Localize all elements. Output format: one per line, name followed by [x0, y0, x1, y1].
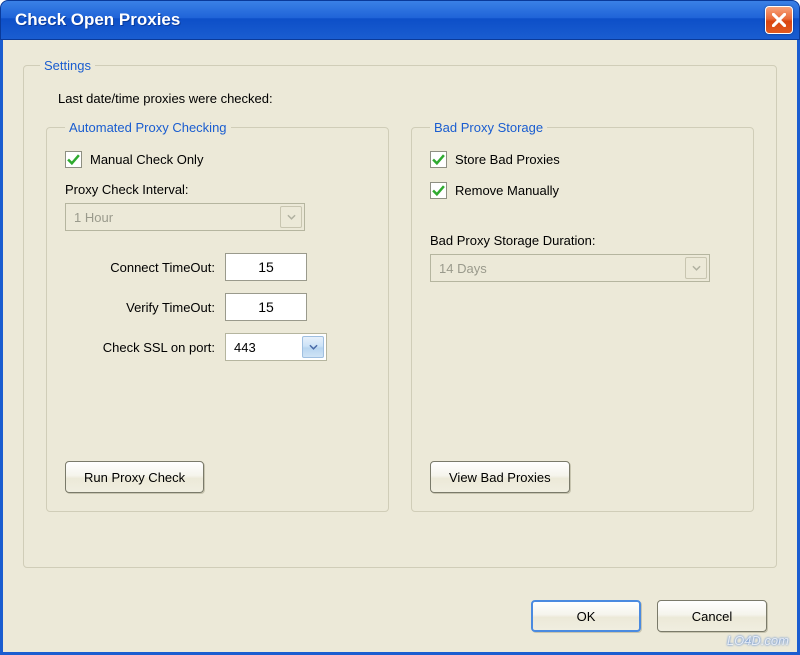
settings-legend: Settings	[40, 58, 95, 73]
check-icon	[432, 153, 445, 166]
last-checked-label: Last date/time proxies were checked:	[58, 91, 760, 106]
interval-dropdown-button	[280, 206, 302, 228]
settings-group: Settings Last date/time proxies were che…	[23, 58, 777, 568]
store-bad-proxies-checkbox[interactable]	[430, 151, 447, 168]
ssl-port-dropdown-button[interactable]	[302, 336, 324, 358]
close-button[interactable]	[765, 6, 793, 34]
verify-timeout-input[interactable]	[225, 293, 307, 321]
ssl-port-value: 443	[234, 340, 256, 355]
cancel-button[interactable]: Cancel	[657, 600, 767, 632]
check-icon	[432, 184, 445, 197]
store-bad-proxies-label: Store Bad Proxies	[455, 152, 560, 167]
client-area: Settings Last date/time proxies were che…	[0, 40, 800, 655]
manual-check-only-label: Manual Check Only	[90, 152, 203, 167]
chevron-down-icon	[692, 265, 701, 271]
remove-manually-label: Remove Manually	[455, 183, 559, 198]
interval-label: Proxy Check Interval:	[65, 182, 370, 197]
duration-dropdown-button	[685, 257, 707, 279]
ssl-port-label: Check SSL on port:	[65, 340, 225, 355]
ssl-port-select[interactable]: 443	[225, 333, 327, 361]
manual-check-only-checkbox[interactable]	[65, 151, 82, 168]
ok-button[interactable]: OK	[531, 600, 641, 632]
bad-legend: Bad Proxy Storage	[430, 120, 547, 135]
dialog-window: Check Open Proxies Settings Last date/ti…	[0, 0, 800, 655]
remove-manually-checkbox[interactable]	[430, 182, 447, 199]
duration-value: 14 Days	[439, 261, 487, 276]
check-icon	[67, 153, 80, 166]
titlebar: Check Open Proxies	[0, 0, 800, 40]
interval-value: 1 Hour	[74, 210, 113, 225]
interval-select: 1 Hour	[65, 203, 305, 231]
watermark: LO4D.com	[727, 633, 789, 648]
duration-select: 14 Days	[430, 254, 710, 282]
close-icon	[772, 13, 786, 27]
chevron-down-icon	[309, 344, 318, 350]
view-bad-proxies-button[interactable]: View Bad Proxies	[430, 461, 570, 493]
dialog-buttons: OK Cancel	[531, 600, 767, 632]
chevron-down-icon	[287, 214, 296, 220]
window-title: Check Open Proxies	[15, 10, 765, 30]
duration-label: Bad Proxy Storage Duration:	[430, 233, 735, 248]
bad-proxy-storage-group: Bad Proxy Storage Store Bad Proxies Remo…	[411, 120, 754, 512]
run-proxy-check-button[interactable]: Run Proxy Check	[65, 461, 204, 493]
automated-proxy-checking-group: Automated Proxy Checking Manual Check On…	[46, 120, 389, 512]
connect-timeout-label: Connect TimeOut:	[65, 260, 225, 275]
verify-timeout-label: Verify TimeOut:	[65, 300, 225, 315]
connect-timeout-input[interactable]	[225, 253, 307, 281]
auto-legend: Automated Proxy Checking	[65, 120, 231, 135]
